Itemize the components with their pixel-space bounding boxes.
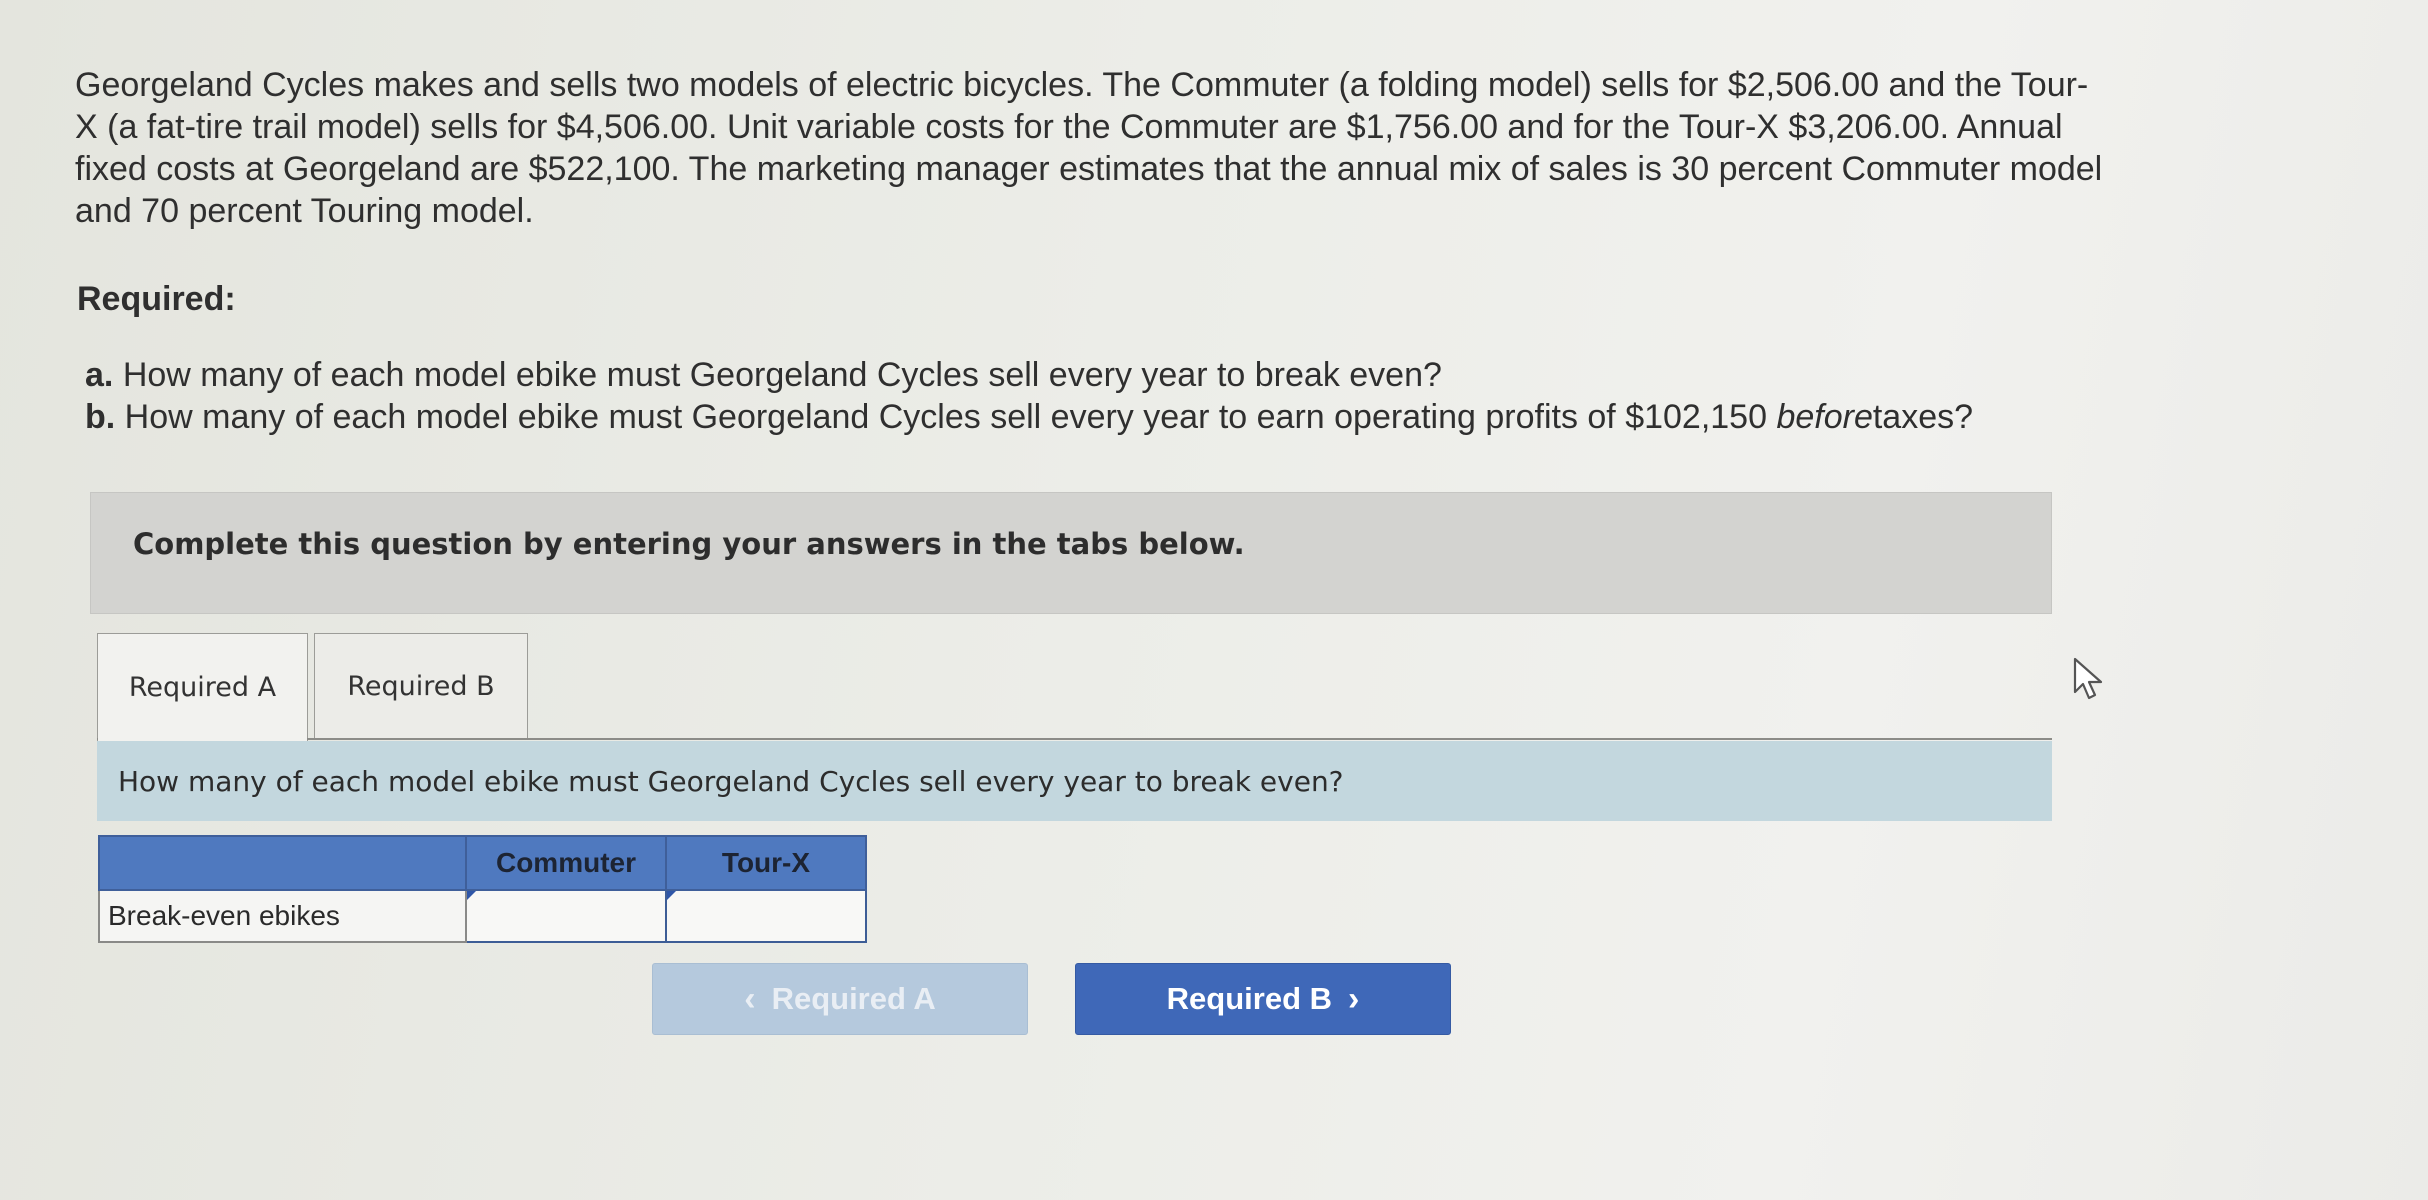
- item-letter: b.: [85, 398, 116, 436]
- table-row: Break-even ebikes: [98, 889, 867, 943]
- prev-required-a-button[interactable]: ‹ Required A: [652, 963, 1028, 1035]
- next-button-label: Required B: [1166, 981, 1333, 1016]
- item-text: taxes?: [1872, 398, 1974, 436]
- problem-line: fixed costs at Georgeland are $522,100. …: [75, 150, 2103, 188]
- problem-line: X (a fat-tire trail model) sells for $4,…: [75, 108, 2063, 146]
- tab-divider: [97, 738, 2052, 740]
- required-list: a. How many of each model ebike must Geo…: [85, 354, 1973, 438]
- required-item-b: b. How many of each model ebike must Geo…: [85, 396, 1973, 438]
- chevron-left-icon: ‹: [744, 979, 756, 1018]
- column-header-commuter: Commuter: [465, 835, 667, 891]
- mouse-pointer-icon: [2072, 656, 2106, 707]
- tab-label: Required A: [128, 672, 277, 703]
- problem-line: Georgeland Cycles makes and sells two mo…: [75, 66, 2089, 104]
- commuter-break-even-input[interactable]: [467, 891, 665, 941]
- problem-line: and 70 percent Touring model.: [75, 192, 534, 230]
- chevron-right-icon: ›: [1348, 979, 1360, 1018]
- tab-label: Required B: [347, 671, 495, 702]
- input-flag-icon: [467, 891, 476, 900]
- question-text: How many of each model ebike must George…: [118, 765, 1344, 798]
- instruction-text: Complete this question by entering your …: [133, 527, 1245, 561]
- column-header-tourx: Tour-X: [665, 835, 867, 891]
- item-text: How many of each model ebike must George…: [124, 398, 1767, 436]
- problem-statement: Georgeland Cycles makes and sells two mo…: [75, 64, 2275, 232]
- tourx-break-even-input[interactable]: [667, 891, 865, 941]
- answer-table: Commuter Tour-X Break-even ebikes: [98, 835, 867, 943]
- row-label: Break-even ebikes: [98, 889, 467, 943]
- item-text: How many of each model ebike must George…: [122, 356, 1442, 394]
- next-required-b-button[interactable]: Required B ›: [1075, 963, 1451, 1035]
- tourx-input-cell: [665, 889, 867, 943]
- commuter-input-cell: [465, 889, 667, 943]
- table-corner-header: [98, 835, 467, 891]
- table-header-row: Commuter Tour-X: [98, 835, 867, 891]
- prev-button-label: Required A: [771, 981, 936, 1016]
- instruction-banner: Complete this question by entering your …: [90, 492, 2052, 614]
- item-emphasis: before: [1776, 398, 1873, 436]
- item-letter: a.: [85, 356, 114, 394]
- tab-required-a[interactable]: Required A: [97, 633, 308, 741]
- input-flag-icon: [667, 891, 676, 900]
- required-heading: Required:: [77, 280, 236, 318]
- question-banner: How many of each model ebike must George…: [97, 741, 2052, 821]
- tab-required-b[interactable]: Required B: [314, 633, 528, 739]
- required-item-a: a. How many of each model ebike must Geo…: [85, 354, 1973, 396]
